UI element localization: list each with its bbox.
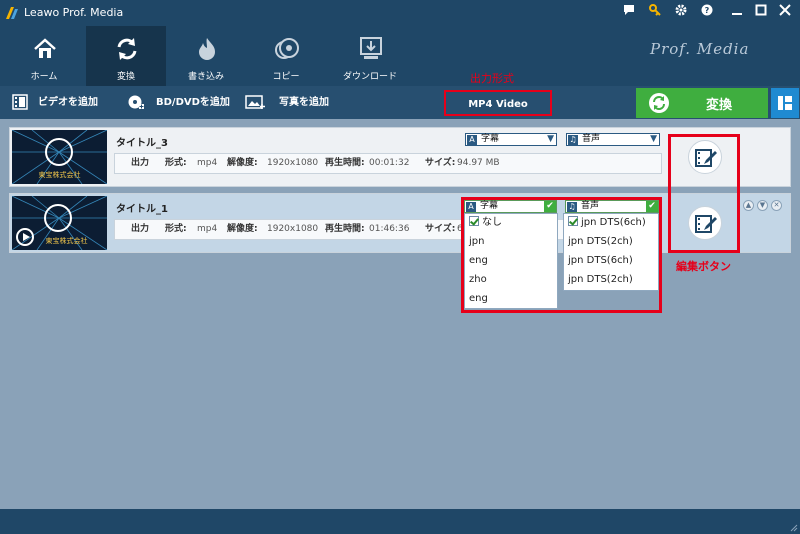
dropdown-highlight-frame (461, 197, 662, 313)
add-video-button[interactable]: ビデオを追加 (12, 86, 108, 119)
edit-button[interactable] (688, 206, 722, 240)
chevron-down-icon: ▼ (650, 134, 657, 144)
feedback-icon[interactable] (620, 4, 638, 22)
home-icon (34, 38, 56, 58)
thumbnail-caption: 東宝株式会社 (38, 171, 81, 179)
annotation-output-format: 出力形式 (470, 72, 514, 85)
minimize-icon[interactable] (728, 4, 746, 22)
nav-home[interactable]: ホーム (4, 26, 84, 86)
nav-home-label: ホーム (30, 72, 58, 82)
add-video-label: ビデオを追加 (38, 97, 98, 108)
play-icon[interactable] (16, 228, 34, 246)
move-down-icon[interactable]: ▼ (757, 200, 768, 211)
convert-label: 変換 (706, 98, 733, 113)
move-up-icon[interactable]: ▲ (743, 200, 754, 211)
nav-convert[interactable]: 変換 (86, 26, 166, 86)
nav-download-label: ダウンロード (342, 72, 397, 82)
output-format-button[interactable]: MP4 Video (444, 90, 552, 116)
add-photo-label: 写真を追加 (279, 97, 329, 108)
edit-video-icon (695, 215, 717, 233)
disc-plus-icon (128, 95, 144, 109)
close-icon[interactable] (776, 4, 794, 22)
film-icon (12, 94, 28, 110)
main-nav: ホーム 変換 書き込み コピー ダウンロード Prof. Media (0, 26, 800, 86)
app-logo-icon (6, 7, 18, 19)
thumbnail-caption: 東宝株式会社 (45, 237, 88, 245)
title-name: タイトル_1 (116, 204, 168, 215)
annotation-edit-button: 編集ボタン (676, 260, 731, 273)
edit-video-icon (695, 149, 717, 167)
add-bd-dvd-button[interactable]: BD/DVDを追加 (128, 86, 238, 119)
photo-icon (245, 95, 265, 109)
nav-copy-label: コピー (272, 72, 300, 82)
subtitle-select[interactable]: A 字幕 ▼ (465, 133, 557, 146)
edit-button[interactable] (688, 140, 722, 174)
help-icon[interactable]: ? (698, 4, 716, 22)
key-icon[interactable] (646, 4, 664, 22)
download-icon (360, 37, 382, 59)
sidebar-toggle-button[interactable] (771, 88, 799, 118)
brand-logo: Prof. Media (650, 40, 750, 58)
title-bar: Leawo Prof. Media ? (0, 0, 800, 26)
copy-disc-icon (275, 38, 299, 59)
studio-logo (44, 204, 72, 232)
maximize-icon[interactable] (752, 4, 770, 22)
convert-circle-icon (649, 93, 669, 113)
output-info: 出力 形式: mp4 解像度: 1920x1080 再生時間: 00:01:32… (114, 153, 662, 174)
music-note-icon: ♫ (568, 135, 578, 145)
toolbar: ビデオを追加 BD/DVDを追加 写真を追加 MP4 Video 変換 (0, 86, 800, 119)
gear-icon[interactable] (672, 4, 690, 22)
chevron-down-icon: ▼ (547, 134, 554, 144)
burn-icon (199, 38, 215, 60)
video-thumbnail[interactable]: 東宝株式会社 (12, 196, 107, 250)
title-name: タイトル_3 (116, 138, 168, 149)
add-photo-button[interactable]: 写真を追加 (245, 86, 335, 119)
nav-convert-label: 変換 (116, 72, 135, 82)
video-thumbnail[interactable]: 東宝株式会社 (12, 130, 107, 184)
nav-burn-label: 書き込み (187, 72, 224, 82)
status-bar (0, 509, 800, 534)
app-title: Leawo Prof. Media (24, 6, 124, 19)
svg-text:?: ? (705, 6, 710, 15)
convert-icon (117, 38, 137, 60)
studio-logo (45, 138, 73, 166)
nav-copy[interactable]: コピー (246, 26, 326, 86)
remove-icon[interactable]: ✕ (771, 200, 782, 211)
resize-grip-icon[interactable] (790, 524, 798, 532)
nav-burn[interactable]: 書き込み (166, 26, 246, 86)
panel-icon (778, 96, 792, 110)
audio-select[interactable]: ♫ 音声 ▼ (566, 133, 660, 146)
nav-download[interactable]: ダウンロード (330, 26, 410, 86)
add-bd-dvd-label: BD/DVDを追加 (156, 97, 230, 108)
subtitle-icon: A (467, 135, 477, 145)
convert-button[interactable]: 変換 (636, 88, 768, 118)
